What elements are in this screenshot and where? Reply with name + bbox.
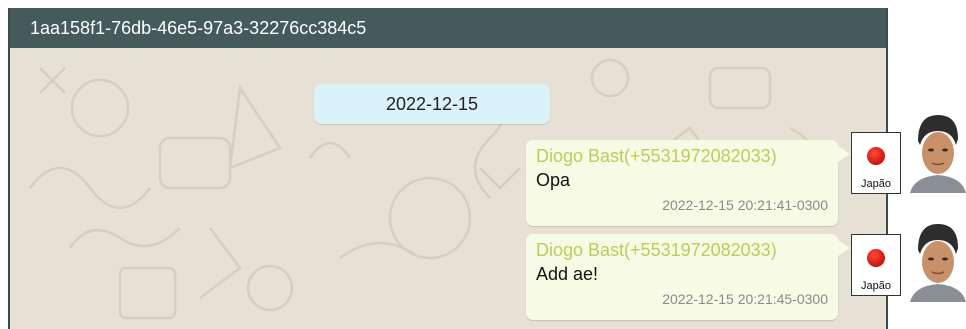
country-flag-badge: Japão <box>851 234 901 296</box>
message-timestamp: 2022-12-15 20:21:41-0300 <box>662 197 828 213</box>
sender-avatar <box>904 113 966 193</box>
message-sender: Diogo Bast(+5531972082033) <box>536 146 777 166</box>
japan-flag-icon <box>867 249 885 267</box>
country-flag-badge: Japão <box>851 132 901 194</box>
message-bubble[interactable]: Diogo Bast(+5531972082033) Opa 2022-12-1… <box>526 140 850 226</box>
message-text: Opa <box>536 170 571 190</box>
date-separator: 2022-12-15 <box>314 84 550 124</box>
country-flag-label: Japão <box>861 178 891 190</box>
message-timestamp: 2022-12-15 20:21:45-0300 <box>662 291 828 307</box>
message-sender: Diogo Bast(+5531972082033) <box>536 240 777 260</box>
chat-title: 1aa158f1-76db-46e5-97a3-32276cc384c5 <box>10 8 886 48</box>
message-text: Add ae! <box>536 264 599 284</box>
message-bubble[interactable]: Diogo Bast(+5531972082033) Add ae! 2022-… <box>526 234 850 320</box>
sender-avatar <box>904 222 966 302</box>
country-flag-label: Japão <box>861 280 891 292</box>
japan-flag-icon <box>867 147 885 165</box>
